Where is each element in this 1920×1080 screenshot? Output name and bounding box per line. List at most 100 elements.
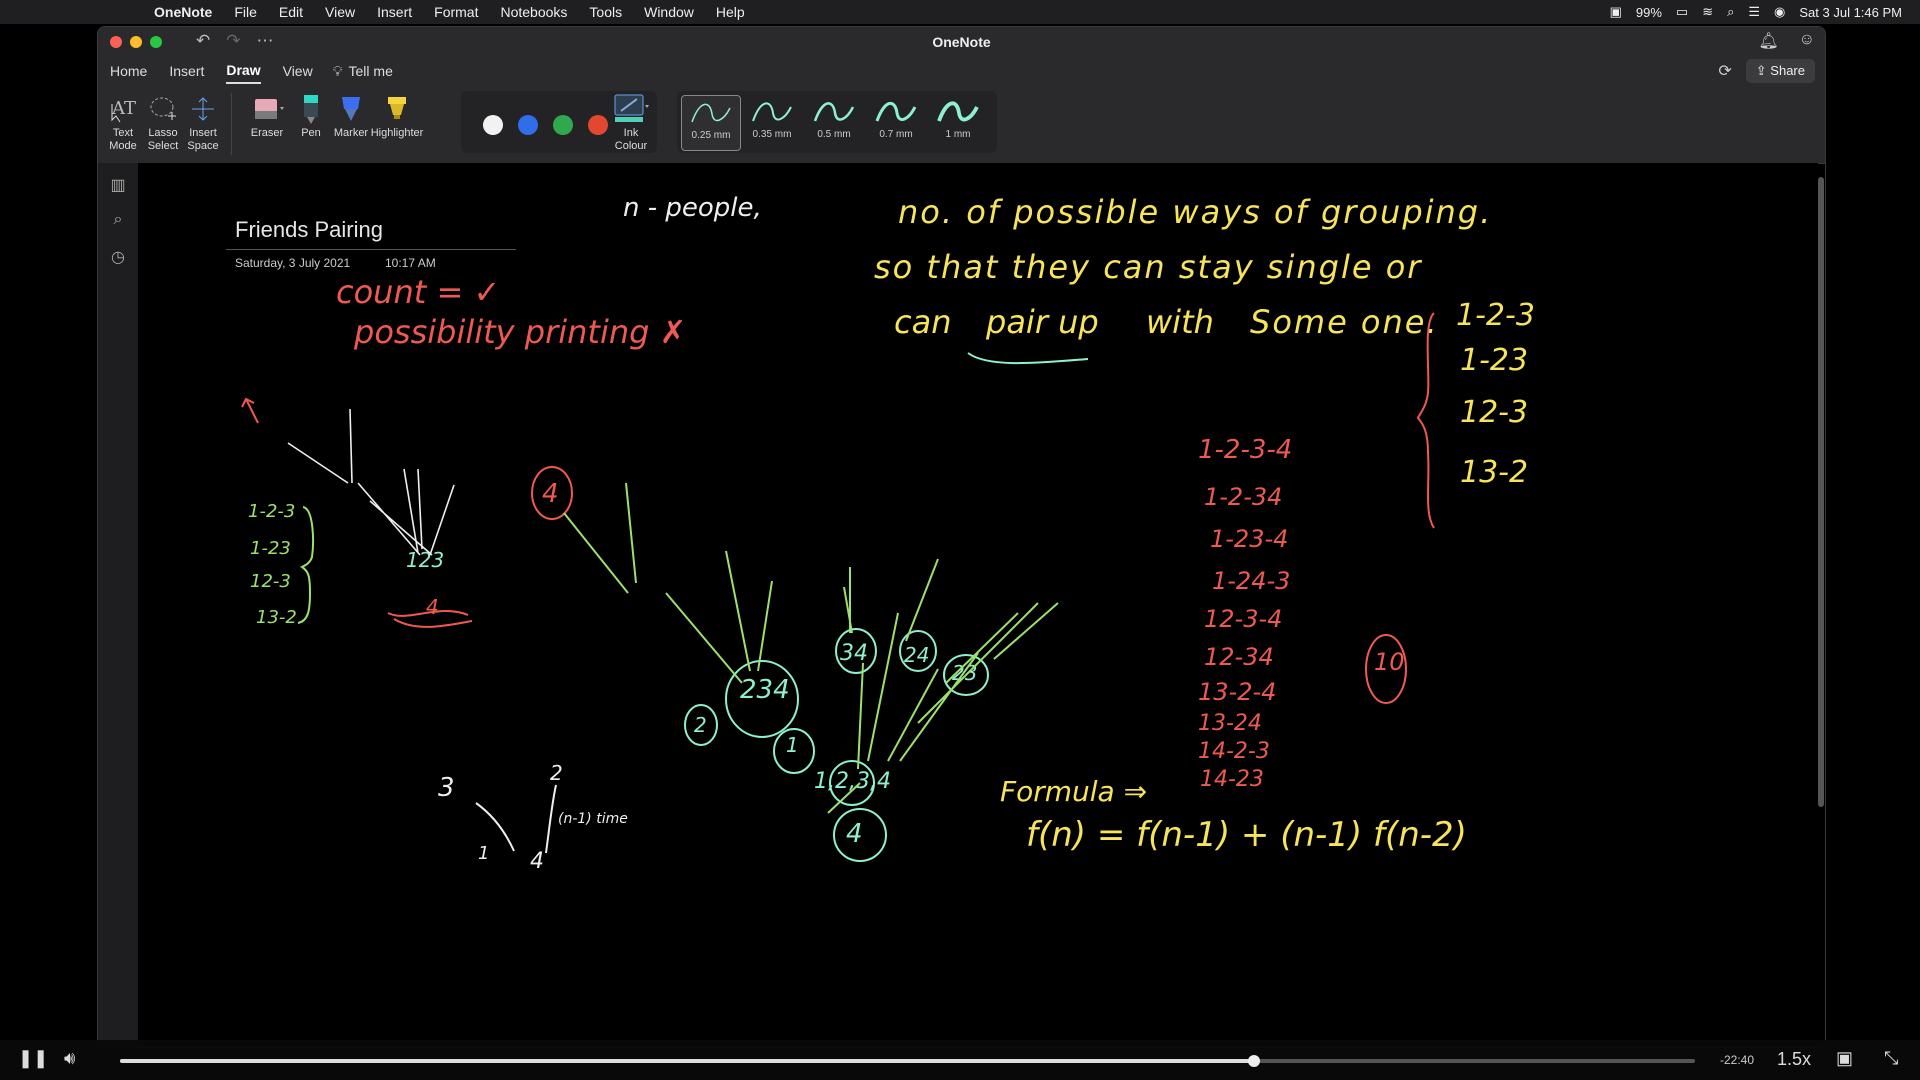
menu-help[interactable]: Help [716,4,745,20]
thickness-025-label: 0.25 mm [691,130,731,141]
thickness-035-label: 0.35 mm [752,129,792,140]
insert-space-button[interactable]: Insert Space [180,91,226,153]
ink-brace-stroke [1416,312,1435,529]
marker-button[interactable]: Marker [328,91,374,140]
picture-in-picture-icon[interactable]: ▣ [1836,1048,1853,1069]
insert-space-label: Insert Space [187,127,219,152]
menu-app-name[interactable]: OneNote [154,4,212,20]
ribbon-tabs: Home Insert Draw View 💡︎ Tell me ⟳ ⇪ Sha… [98,57,1825,85]
redo-icon[interactable]: ↷ [226,31,240,51]
tab-view[interactable]: View [283,59,313,83]
feedback-smiley-icon[interactable]: ☺ [1799,31,1815,51]
user-switch-icon[interactable]: ▣ [1610,4,1622,20]
thickness-1[interactable]: 1 mm [929,95,987,149]
svg-text:AT: AT [111,98,136,119]
draw-toolbar: AT Text Mode Lasso Select Insert Space E… [98,85,1825,164]
thickness-07[interactable]: 0.7 mm [867,95,925,149]
insert-space-icon [180,91,226,127]
color-swatch-white[interactable] [483,115,503,135]
battery-icon[interactable]: ▭ [1676,4,1688,20]
menu-view[interactable]: View [325,4,355,20]
close-window-button[interactable] [110,36,122,48]
tab-insert[interactable]: Insert [169,59,204,83]
ink-circle-stroke [684,704,718,746]
tell-me-label: Tell me [348,62,393,79]
ink-colour-button[interactable]: Ink Colour [608,91,654,153]
ink-strokes [241,312,1435,862]
exit-fullscreen-icon[interactable]: ⤡ [1884,1048,1898,1069]
siri-icon[interactable]: ◉ [1774,4,1785,20]
share-button[interactable]: ⇪ Share [1745,59,1815,83]
menu-tools[interactable]: Tools [589,4,622,20]
zoom-window-button[interactable] [150,36,162,48]
ink-circle-stroke [899,630,937,672]
color-swatch-green[interactable] [553,115,573,135]
highlighter-icon [370,91,424,127]
thickness-selector: 0.25 mm 0.35 mm 0.5 mm 0.7 mm 1 mm [677,91,997,153]
wifi-icon[interactable]: ≋ [1702,4,1713,20]
thickness-05-label: 0.5 mm [817,129,851,140]
volume-icon[interactable]: 🔊︎ [64,1048,75,1069]
progress-fill [120,1059,1254,1063]
notebooks-icon[interactable]: ▥ [108,175,128,195]
ink-circle-stroke [829,760,875,806]
menu-insert[interactable]: Insert [377,4,412,20]
ink-circle-stroke [531,466,573,520]
lightbulb-icon: 💡︎ [332,62,343,79]
onenote-window: ↶ ↷ ⋯ OneNote 🔔︎ ☺ Home Insert Draw View… [97,26,1826,1048]
thickness-05[interactable]: 0.5 mm [805,95,863,149]
ink-circle-stroke [1365,634,1407,704]
spotlight-search-icon[interactable]: ⌕ [1727,4,1734,20]
tab-home[interactable]: Home [110,59,147,83]
thickness-1-label: 1 mm [945,129,971,140]
eraser-label: Eraser [250,127,284,139]
thickness-025[interactable]: 0.25 mm [681,95,741,151]
ink-circle-stroke [835,628,877,674]
color-swatch-red[interactable] [588,115,608,135]
minimize-window-button[interactable] [130,36,142,48]
more-icon[interactable]: ⋯ [257,31,274,51]
menu-bar: OneNote File Edit View Insert Format Not… [0,0,1920,24]
ink-arrow-stroke [241,397,259,424]
progress-bar[interactable] [120,1055,1695,1067]
color-swatch-blue[interactable] [518,115,538,135]
window-title: OneNote [932,34,991,50]
eraser-button[interactable]: Eraser [244,91,290,140]
bell-icon[interactable]: 🔔︎ [1758,31,1778,51]
menu-edit[interactable]: Edit [279,4,303,20]
menu-file[interactable]: File [234,4,257,20]
playback-speed-button[interactable]: 1.5x [1777,1049,1811,1070]
menu-datetime[interactable]: Sat 3 Jul 1:46 PM [1799,5,1902,20]
progress-thumb[interactable] [1248,1055,1260,1067]
ink-circle-stroke [725,660,799,738]
time-remaining: -22:40 [1720,1053,1755,1067]
tell-me-search[interactable]: 💡︎ Tell me [333,63,393,80]
eraser-icon [244,91,290,127]
thickness-07-label: 0.7 mm [879,129,913,140]
video-player-controls: ❚❚ 🔊︎ -22:40 1.5x ▣ ⤡ [0,1040,1920,1080]
highlighter-button[interactable]: Highlighter [370,91,424,140]
share-label: Share [1770,63,1805,78]
note-canvas[interactable]: Friends Pairing Saturday, 3 July 2021 10… [138,163,1818,1047]
menu-window[interactable]: Window [644,4,694,20]
pause-icon[interactable]: ❚❚ [18,1048,48,1069]
sync-icon[interactable]: ⟳ [1718,61,1731,81]
ink-red-scribble-stroke [387,610,473,628]
control-center-icon[interactable]: ☰ [1748,4,1760,20]
vertical-scrollbar[interactable] [1818,177,1824,807]
recent-clock-icon[interactable]: ◷ [108,247,128,267]
ink-circle-stroke [833,808,887,862]
menu-notebooks[interactable]: Notebooks [500,4,567,20]
ink-circle-stroke [773,728,815,774]
tab-draw[interactable]: Draw [226,58,261,84]
left-sidebar: ▥ ⌕ ◷ [98,163,138,1047]
marker-icon [328,91,374,127]
thickness-035[interactable]: 0.35 mm [743,95,801,149]
battery-percent: 99% [1635,4,1662,20]
menu-format[interactable]: Format [434,4,478,20]
toolbar-divider [231,93,232,155]
highlighter-label: Highlighter [370,127,424,139]
search-icon[interactable]: ⌕ [108,211,128,231]
undo-icon[interactable]: ↶ [196,31,210,51]
ink-colour-icon [608,91,654,127]
